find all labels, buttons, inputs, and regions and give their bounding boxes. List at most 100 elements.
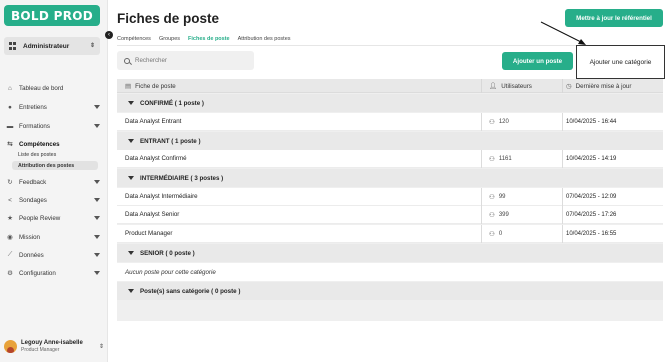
user-count: ⚇ 99 (489, 193, 506, 201)
last-update: 10/04/2025 - 16:55 (566, 230, 617, 237)
column-divider (481, 79, 482, 93)
category-row-senior[interactable]: SENIOR ( 0 poste ) (117, 244, 663, 262)
table-row[interactable]: Data Analyst Confirmé ⚇ 1161 10/04/2025 -… (117, 150, 663, 168)
chevron-down-icon (94, 235, 100, 239)
skills-icon: ⇆ (7, 141, 13, 148)
users-icon: ⚇ (489, 118, 495, 126)
table-row[interactable]: Data Analyst Intermédiaire ⚇ 99 07/04/202… (117, 188, 663, 206)
grid-icon (9, 42, 17, 50)
empty-message: Aucun poste pour cette catégorie (125, 268, 216, 276)
add-category-button[interactable]: Ajouter une catégorie (576, 45, 665, 79)
users-icon: ⚇ (489, 155, 495, 163)
chevron-down-icon (94, 105, 100, 109)
users-icon: ⚇ (489, 230, 495, 238)
chat-icon: ● (8, 103, 12, 111)
briefcase-icon: ▤ (125, 83, 132, 90)
user-count: ⚇ 399 (489, 211, 509, 219)
sidebar-item-feedback[interactable]: ↻ Feedback (6, 176, 100, 188)
table-row[interactable]: Data Analyst Entrant ⚇ 120 10/04/2025 - 1… (117, 113, 663, 131)
sidebar-item-label: Compétences (19, 140, 60, 148)
chevron-down-icon (94, 124, 100, 128)
caret-down-icon (128, 289, 134, 293)
category-row-sans-categorie[interactable]: Poste(s) sans catégorie ( 0 poste ) (117, 282, 663, 300)
share-icon: < (8, 196, 12, 204)
search-input[interactable] (135, 57, 245, 64)
gear-icon: ⚙ (7, 270, 13, 277)
category-row-confirme[interactable]: CONFIRMÉ ( 1 poste ) (117, 94, 663, 112)
clock-icon: ◷ (566, 83, 572, 90)
book-icon: ▬ (6, 122, 14, 130)
sidebar-item-label: Configuration (19, 269, 56, 277)
chart-icon: ⟋ (7, 251, 13, 258)
sidebar-item-configuration[interactable]: ⚙ Configuration (6, 267, 100, 279)
caret-down-icon (128, 176, 134, 180)
add-poste-button[interactable]: Ajouter un poste (502, 52, 573, 70)
sidebar-item-entretiens[interactable]: ● Entretiens (6, 101, 100, 113)
user-count: ⚇ 0 (489, 230, 503, 238)
sidebar-item-tableau-de-bord[interactable]: ⌂ Tableau de bord (6, 82, 100, 94)
users-icon: ⚇ (489, 211, 495, 219)
table-row[interactable]: Data Analyst Senior ⚇ 399 07/04/2025 - 17… (117, 206, 663, 224)
brand-logo[interactable]: BOLD PROD (4, 5, 100, 26)
poste-name[interactable]: Data Analyst Confirmé (125, 155, 187, 162)
users-icon: ⚇ (489, 193, 495, 201)
user-role: Product Manager (21, 346, 60, 353)
role-label: Administrateur (23, 42, 70, 50)
sidebar-item-label: Sondages (19, 196, 47, 204)
sidebar-subitem-attribution-postes[interactable]: Attribution des postes (12, 161, 98, 170)
last-update: 07/04/2025 - 17:26 (566, 211, 617, 218)
sidebar-item-competences[interactable]: ⇆ Compétences (6, 138, 100, 150)
last-update: 10/04/2025 - 16:44 (566, 118, 617, 125)
caret-down-icon (128, 139, 134, 143)
last-update: 10/04/2025 - 14:19 (566, 155, 617, 162)
sidebar-item-people-review[interactable]: ★ People Review (6, 212, 100, 224)
page-title: Fiches de poste (117, 11, 220, 26)
column-header-fiche[interactable]: ▤ Fiche de poste (125, 79, 176, 93)
collapse-sidebar-button[interactable]: ‹ (105, 31, 113, 39)
role-selector[interactable]: Administrateur ⇕ (4, 37, 100, 55)
chevron-down-icon (94, 271, 100, 275)
poste-name[interactable]: Data Analyst Senior (125, 211, 179, 218)
user-icon: 👤︎ (489, 83, 498, 90)
star-icon: ★ (7, 215, 13, 222)
search-icon (124, 57, 130, 64)
empty-category-row: Aucun poste pour cette catégorie (117, 263, 663, 281)
sidebar-item-label: Feedback (19, 178, 47, 186)
sidebar: BOLD PROD Administrateur ⇕ ⌂ Tableau de … (0, 0, 108, 362)
sidebar-subitem-liste-postes[interactable]: Liste des postes (12, 150, 98, 159)
update-referentiel-button[interactable]: Mettre à jour le référentiel (565, 9, 663, 27)
chevron-down-icon (94, 180, 100, 184)
sidebar-item-label: People Review (19, 214, 61, 222)
updown-icon: ⇕ (98, 343, 104, 350)
avatar (4, 339, 17, 353)
fiches-table: ▤ Fiche de poste 👤︎ Utilisateurs ◷ Derni… (117, 79, 663, 321)
category-row-intermediaire[interactable]: INTERMÉDIAIRE ( 3 postes ) (117, 169, 663, 187)
chevron-down-icon (94, 253, 100, 257)
chevron-down-icon (94, 198, 100, 202)
table-header: ▤ Fiche de poste 👤︎ Utilisateurs ◷ Derni… (117, 79, 663, 93)
search-box[interactable] (117, 51, 254, 70)
sidebar-item-label: Entretiens (19, 103, 47, 111)
caret-down-icon (128, 101, 134, 105)
poste-name[interactable]: Data Analyst Intermédiaire (125, 193, 198, 200)
poste-name[interactable]: Data Analyst Entrant (125, 118, 181, 125)
category-row-entrant[interactable]: ENTRANT ( 1 poste ) (117, 132, 663, 150)
sidebar-item-label: Tableau de bord (19, 84, 64, 92)
sidebar-item-mission[interactable]: ◉ Mission (6, 231, 100, 243)
column-divider (562, 79, 563, 93)
column-header-derniere-maj[interactable]: ◷ Dernière mise à jour (566, 79, 631, 93)
last-update: 07/04/2025 - 12:09 (566, 193, 617, 200)
column-header-utilisateurs[interactable]: 👤︎ Utilisateurs (489, 79, 532, 93)
table-row[interactable]: Product Manager ⚇ 0 10/04/2025 - 16:55 (117, 225, 663, 243)
sidebar-item-donnees[interactable]: ⟋ Données (6, 249, 100, 261)
sidebar-item-sondages[interactable]: < Sondages (6, 194, 100, 206)
user-count: ⚇ 120 (489, 118, 509, 126)
target-icon: ◉ (7, 234, 13, 241)
sidebar-item-formations[interactable]: ▬ Formations (6, 120, 100, 132)
chevron-down-icon (94, 216, 100, 220)
refresh-icon: ↻ (7, 179, 13, 186)
updown-icon: ⇕ (89, 43, 95, 49)
user-menu[interactable]: Legouy Anne-isabelle Product Manager ⇕ (4, 337, 104, 355)
user-name: Legouy Anne-isabelle (21, 339, 83, 346)
poste-name[interactable]: Product Manager (125, 230, 172, 237)
